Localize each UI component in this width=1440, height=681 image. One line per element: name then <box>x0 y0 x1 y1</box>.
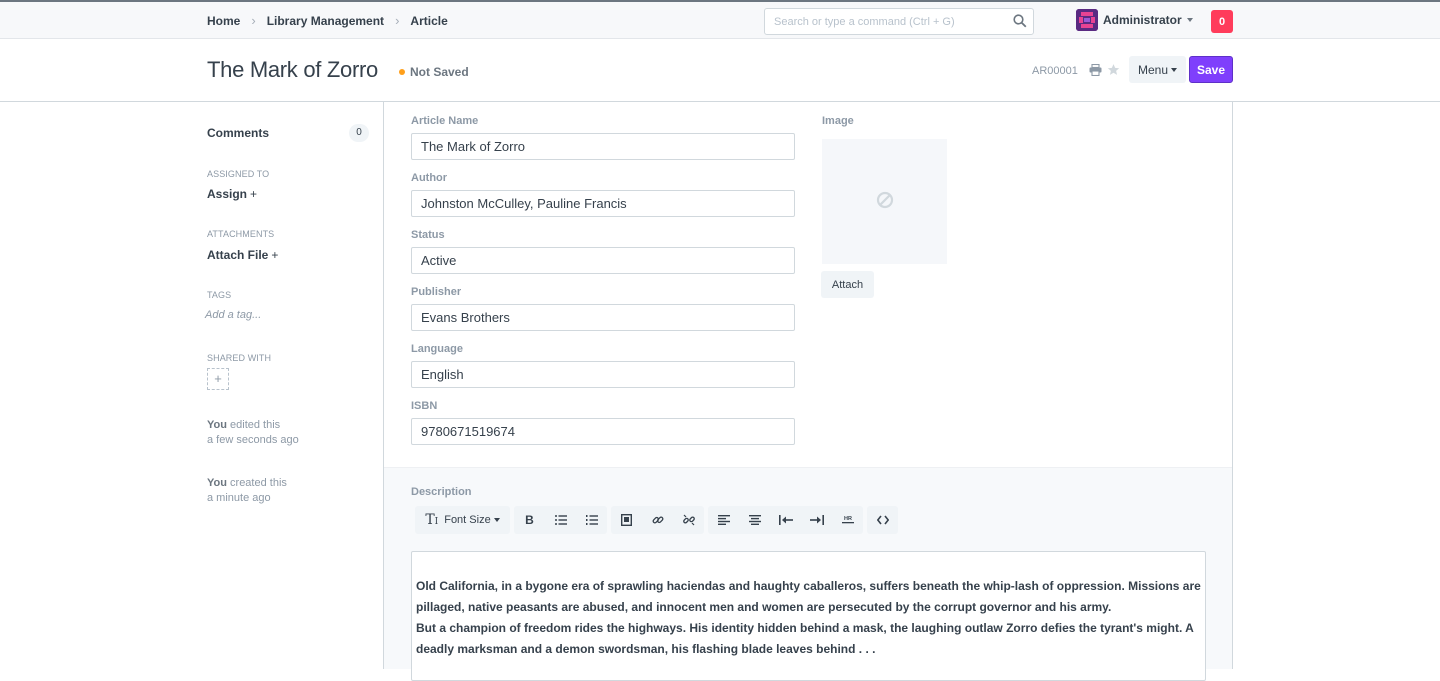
print-icon[interactable] <box>1089 63 1102 79</box>
plus-icon: + <box>271 248 279 262</box>
article-name-field[interactable] <box>411 133 795 160</box>
caret-down-icon <box>493 518 500 522</box>
breadcrumb-article[interactable]: Article <box>410 14 447 28</box>
numbered-list-icon[interactable] <box>576 506 607 534</box>
status-text: Not Saved <box>410 65 469 79</box>
save-button[interactable]: Save <box>1189 56 1233 83</box>
status-dot-icon <box>399 69 405 75</box>
caret-down-icon <box>1186 18 1193 22</box>
publisher-field[interactable] <box>411 304 795 331</box>
breadcrumb-home[interactable]: Home <box>207 14 240 28</box>
activity-action: edited this <box>230 419 281 431</box>
bold-icon[interactable]: B <box>514 506 545 534</box>
font-size-label: Font Size <box>444 514 491 526</box>
toolbar-group-format: B <box>514 506 607 534</box>
align-left-icon[interactable] <box>708 506 739 534</box>
link-icon[interactable] <box>642 506 673 534</box>
chevron-right-icon: › <box>395 13 400 28</box>
activity-item: You edited this a few seconds ago <box>207 418 299 448</box>
isbn-label: ISBN <box>411 400 438 412</box>
search-box <box>764 8 1034 35</box>
description-paragraph: But a champion of freedom rides the high… <box>416 621 1194 656</box>
activity-action: created this <box>230 477 287 489</box>
image-preview <box>822 139 947 264</box>
activity-user: You <box>207 419 227 431</box>
editor-toolbar: TI Font Size B HR <box>415 506 902 534</box>
menu-label: Menu <box>1137 62 1169 77</box>
caret-down-icon <box>1171 68 1178 73</box>
image-insert-icon[interactable] <box>611 506 642 534</box>
toolbar-group-code <box>867 506 898 534</box>
isbn-field[interactable] <box>411 418 795 445</box>
no-image-icon <box>876 191 894 212</box>
author-field[interactable] <box>411 190 795 217</box>
toolbar-group-align: HR <box>708 506 863 534</box>
shared-with-label: SHARED WITH <box>207 353 272 363</box>
toolbar-group-insert <box>611 506 704 534</box>
user-name: Administrator <box>1103 13 1182 27</box>
search-icon[interactable] <box>1013 14 1027 31</box>
page-title: The Mark of Zorro <box>207 57 378 82</box>
status-label: Status <box>411 229 445 241</box>
breadcrumb: Home › Library Management › Article <box>207 13 448 28</box>
article-name-label: Article Name <box>411 115 479 127</box>
attach-file-button[interactable]: Attach File + <box>207 248 278 262</box>
status-field[interactable] <box>411 247 795 274</box>
plus-icon: + <box>214 371 222 386</box>
form-layout: Article Name Author Status Publisher Lan… <box>383 102 1233 681</box>
add-tag-input[interactable]: Add a tag... <box>205 309 261 321</box>
search-input[interactable] <box>765 9 1000 34</box>
activity-user: You <box>207 477 227 489</box>
activity-time: a few seconds ago <box>207 434 299 446</box>
user-menu[interactable]: Administrator <box>1076 9 1193 31</box>
plus-icon: + <box>250 187 258 201</box>
horizontal-rule-icon[interactable]: HR <box>832 506 863 534</box>
assigned-to-label: ASSIGNED TO <box>207 169 270 179</box>
star-icon[interactable] <box>1107 63 1120 79</box>
code-view-icon[interactable] <box>867 506 898 534</box>
description-section: Description TI Font Size B HR Old Califo… <box>384 467 1232 681</box>
font-size-dropdown[interactable]: TI Font Size <box>415 506 510 534</box>
align-center-icon[interactable] <box>739 506 770 534</box>
assign-label: Assign <box>207 187 248 201</box>
image-label: Image <box>822 115 854 127</box>
tags-label: TAGS <box>207 290 232 300</box>
status-indicator: Not Saved <box>399 65 469 79</box>
svg-text:HR: HR <box>844 516 852 522</box>
attach-file-label: Attach File <box>207 248 269 262</box>
language-field[interactable] <box>411 361 795 388</box>
chevron-right-icon: › <box>251 13 256 28</box>
comments-count-badge: 0 <box>349 124 369 142</box>
add-share-button[interactable]: + <box>207 368 229 390</box>
assign-button[interactable]: Assign + <box>207 187 257 201</box>
publisher-label: Publisher <box>411 286 462 298</box>
activity-item: You created this a minute ago <box>207 476 287 506</box>
avatar <box>1076 9 1098 31</box>
document-name: AR00001 <box>1032 65 1078 77</box>
outdent-icon[interactable] <box>770 506 801 534</box>
notification-badge[interactable]: 0 <box>1211 10 1233 33</box>
text-height-icon: TI <box>425 512 439 528</box>
description-label: Description <box>411 486 472 498</box>
page-head: The Mark of Zorro Not Saved AR00001 Menu… <box>0 39 1440 102</box>
activity-time: a minute ago <box>207 492 271 504</box>
breadcrumb-library-management[interactable]: Library Management <box>267 14 384 28</box>
top-navbar: Home › Library Management › Article Admi… <box>0 0 1440 39</box>
unlink-icon[interactable] <box>673 506 704 534</box>
description-paragraph: Old California, in a bygone era of spraw… <box>416 579 1201 614</box>
indent-icon[interactable] <box>801 506 832 534</box>
comments-link[interactable]: Comments <box>207 126 269 140</box>
bullet-list-icon[interactable] <box>545 506 576 534</box>
attach-image-button[interactable]: Attach <box>821 271 874 298</box>
menu-button[interactable]: Menu <box>1129 56 1186 83</box>
toolbar-group-font: TI Font Size <box>415 506 510 534</box>
attachments-label: ATTACHMENTS <box>207 229 275 239</box>
author-label: Author <box>411 172 448 184</box>
language-label: Language <box>411 343 463 355</box>
description-editor[interactable]: Old California, in a bygone era of spraw… <box>411 551 1206 681</box>
